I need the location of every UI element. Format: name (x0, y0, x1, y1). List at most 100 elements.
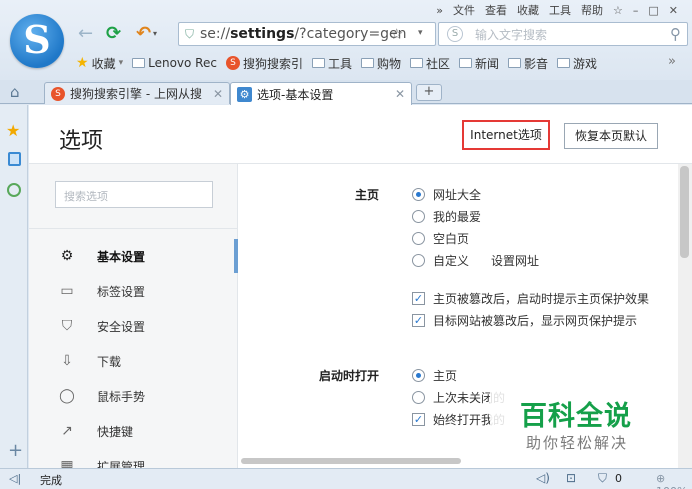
home-icon[interactable]: ⌂ (10, 83, 20, 101)
radio[interactable] (412, 231, 425, 245)
maximize-button[interactable]: □ (648, 4, 658, 17)
address-scheme: se:// (200, 26, 231, 42)
close-icon[interactable]: ✕ (213, 87, 223, 101)
watermark-title: 百科全说 (520, 401, 632, 432)
bookmark-games[interactable]: 游戏 (557, 55, 597, 72)
bookmark-community[interactable]: 社区 (410, 55, 450, 72)
radio-selected[interactable] (412, 187, 425, 201)
bookmarks-more-icon[interactable]: » (668, 54, 676, 69)
search-engine-icon[interactable]: S (447, 26, 463, 42)
bookmark-media[interactable]: 影音 (508, 55, 548, 72)
radio[interactable] (412, 390, 425, 404)
bookmarks-bar: ★ 收藏 ▾ Lenovo Rec S 搜狗搜索引 工具 购物 社区 新闻 影音 … (76, 53, 597, 73)
folder-icon (508, 58, 522, 68)
checkbox-checked[interactable]: ✓ (412, 313, 425, 327)
restore-default-button[interactable]: 恢复本页默认 (564, 123, 658, 149)
close-window-button[interactable]: ✕ (669, 4, 678, 17)
menu-expand[interactable]: » (436, 4, 443, 17)
menu-bar: » 文件 查看 收藏 工具 帮助 ☆ – □ ✕ (436, 1, 678, 19)
radio-selected[interactable] (412, 368, 425, 382)
shield-icon: ⛉ (61, 318, 73, 334)
watermark-subtitle: 助你轻松解决 (526, 434, 629, 452)
download-icon: ⇩ (61, 353, 73, 369)
menu-view[interactable]: 查看 (485, 2, 507, 18)
sogou-icon: S (51, 86, 65, 101)
nav-item-label: 快捷键 (97, 424, 134, 439)
nav-item-mouse-gestures[interactable]: ◯ 鼠标手势 (29, 379, 238, 413)
security-shield-icon[interactable]: ⛉ (598, 471, 607, 486)
sound-icon[interactable]: ◁) (536, 471, 550, 485)
address-host: settings (230, 26, 295, 42)
nav-item-label: 下载 (97, 354, 122, 369)
scroll-thumb[interactable] (680, 166, 689, 258)
nav-item-label: 鼠标手势 (97, 389, 146, 404)
bookmark-star-icon[interactable]: ☆ (390, 25, 403, 43)
homepage-option-portal[interactable]: 网址大全 (412, 184, 481, 204)
bookmark-lenovo[interactable]: Lenovo Rec (132, 56, 217, 70)
star-icon: ★ (76, 55, 89, 71)
sogou-browser-logo[interactable]: S (10, 14, 64, 68)
menu-favorites[interactable]: 收藏 (517, 2, 539, 18)
nav-item-security[interactable]: ⛉ 安全设置 (29, 309, 238, 343)
set-url-link[interactable]: 设置网址 (491, 252, 539, 269)
undo-close-icon[interactable]: ↶ (136, 25, 151, 43)
new-tab-button[interactable]: + (416, 84, 442, 101)
skin-icon[interactable]: ☆ (613, 4, 623, 17)
homepage-option-custom[interactable]: 自定义 设置网址 (412, 250, 539, 270)
menu-help[interactable]: 帮助 (581, 2, 603, 18)
checkbox-checked[interactable]: ✓ (412, 412, 425, 426)
watermark: 百科全说 助你轻松解决 (490, 380, 660, 462)
startup-option-homepage[interactable]: 主页 (412, 365, 457, 385)
search-icon[interactable]: ⚲ (670, 25, 681, 43)
notes-icon[interactable] (8, 152, 21, 166)
search-box[interactable]: S 输入文字搜索 ⚲ (438, 22, 688, 46)
tab-settings[interactable]: ⚙ 选项-基本设置 ✕ (230, 82, 412, 105)
back-arrow-icon[interactable]: ← (78, 25, 93, 43)
nav-item-tabs[interactable]: ▭ 标签设置 (29, 274, 238, 308)
add-icon[interactable]: + (8, 440, 23, 461)
extensions-icon: ▦ (60, 458, 74, 468)
bookmark-favorites[interactable]: ★ 收藏 ▾ (76, 55, 123, 72)
homepage-option-favorites[interactable]: 我的最爱 (412, 206, 481, 226)
sidebar-toggle-icon[interactable]: ◁| (9, 472, 21, 485)
nav-item-shortcuts[interactable]: ↗ 快捷键 (29, 414, 238, 448)
settings-search-input[interactable]: 搜索选项 (55, 181, 213, 208)
logo-letter: S (23, 17, 51, 62)
bookmark-tools[interactable]: 工具 (311, 55, 352, 72)
browser-chrome: S » 文件 查看 收藏 工具 帮助 ☆ – □ ✕ ← ⟳ ↶ ▾ ⛉ se:… (0, 0, 692, 80)
radio[interactable] (412, 209, 425, 223)
horizontal-scroll-thumb[interactable] (241, 458, 461, 464)
nav-item-download[interactable]: ⇩ 下载 (29, 344, 238, 378)
radio[interactable] (412, 253, 425, 267)
bookmark-shopping[interactable]: 购物 (360, 55, 401, 72)
tab-sogou-search[interactable]: S 搜狗搜索引擎 - 上网从搜 ✕ (44, 82, 230, 104)
internet-options-button[interactable]: Internet选项 (462, 120, 550, 150)
homepage-tamper-check[interactable]: ✓ 主页被篡改后，启动时提示主页保护效果 (412, 288, 649, 308)
vertical-scrollbar[interactable] (678, 164, 692, 468)
menu-tools[interactable]: 工具 (549, 2, 571, 18)
nav-divider (29, 228, 238, 229)
reload-icon[interactable]: ⟳ (106, 25, 121, 43)
zoom-level[interactable]: ⊕ 100% (656, 472, 692, 489)
screenshot-icon[interactable]: ⊡ (566, 471, 576, 485)
website-tamper-check[interactable]: ✓ 目标网站被篡改后，显示网页保护提示 (412, 310, 637, 330)
bookmark-sogou[interactable]: S 搜狗搜索引 (225, 55, 303, 72)
close-icon[interactable]: ✕ (395, 87, 405, 101)
address-dropdown-icon[interactable]: ▾ (418, 28, 423, 38)
menu-file[interactable]: 文件 (453, 2, 475, 18)
nav-item-label: 标签设置 (97, 284, 146, 299)
bookmark-news[interactable]: 新闻 (459, 55, 499, 72)
history-clock-icon[interactable] (7, 183, 21, 197)
undo-dropdown-icon[interactable]: ▾ (153, 29, 157, 38)
minimize-button[interactable]: – (633, 4, 639, 17)
shortcut-icon: ↗ (61, 423, 73, 439)
homepage-option-blank[interactable]: 空白页 (412, 228, 469, 248)
checkbox-checked[interactable]: ✓ (412, 291, 425, 305)
settings-nav: 搜索选项 ⚙ 基本设置 ▭ 标签设置 ⛉ 安全设置 ⇩ 下载 ◯ 鼠标手势 ↗ … (29, 164, 238, 468)
page-title: 选项 (59, 129, 104, 154)
nav-item-basic[interactable]: ⚙ 基本设置 (29, 239, 238, 273)
folder-icon (311, 58, 325, 68)
favorites-star-icon[interactable]: ★ (6, 121, 20, 140)
tab-bar: ⌂ S 搜狗搜索引擎 - 上网从搜 ✕ ⚙ 选项-基本设置 ✕ + (0, 80, 692, 105)
nav-item-extensions[interactable]: ▦ 扩展管理 (29, 449, 238, 468)
